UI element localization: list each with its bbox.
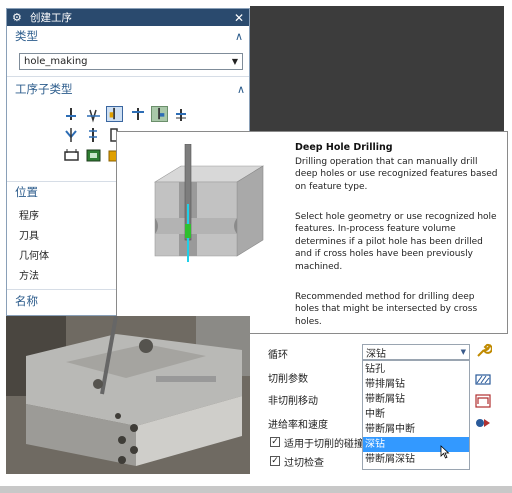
collapse-icon[interactable]: ∧ <box>237 83 245 96</box>
location-section-label: 位置 <box>15 185 38 199</box>
deep-hole-drilling-tooltip: Deep Hole Drilling Drilling operation th… <box>116 131 508 334</box>
cycle-select-value: 深钻 <box>366 348 386 360</box>
tooltip-line: on feature type. <box>295 181 368 192</box>
countersink-icon[interactable] <box>63 127 80 143</box>
backspot-icon[interactable] <box>151 106 168 122</box>
gear-icon[interactable]: ⚙ <box>12 11 24 24</box>
method-label: 方法 <box>19 271 39 282</box>
tooltip-line: and if cross holes have been previously <box>295 249 473 260</box>
collision-check-checkbox[interactable]: ✓ <box>270 437 280 447</box>
cycle-label: 循环 <box>268 350 288 361</box>
deep-hole-drill-icon[interactable] <box>106 106 123 122</box>
cycle-option-interrupted[interactable]: 中断 <box>363 407 469 422</box>
tooltip-line: holes. <box>295 316 322 327</box>
tooltip-line: holes that might be intersected by cross <box>295 304 478 315</box>
feeds-speeds-icon[interactable] <box>474 414 492 432</box>
cutting-parameters-label[interactable]: 切削参数 <box>268 370 308 385</box>
machined-block-photo <box>6 316 250 474</box>
screen: ⚙ 创建工序 ✕ 类型 ∧ hole_making ▼ 工序子类型 ∧ 位置 程… <box>0 0 512 493</box>
type-section-label: 类型 <box>15 29 38 43</box>
parameter-panel: 循环 深钻 ▼ 切削参数 非切削移动 进给率和速度 ✓ 适用于切削的碰撞 ✓ 过… <box>250 334 502 486</box>
dialog-title: 创建工序 <box>30 12 72 24</box>
chevron-down-icon: ▼ <box>231 57 238 66</box>
tooltip-title: Deep Hole Drilling <box>295 142 393 153</box>
close-icon[interactable]: ✕ <box>234 11 244 25</box>
non-cutting-moves-icon[interactable] <box>474 392 492 410</box>
tooltip-paragraph-2: Select hole geometry or use recognized h… <box>295 211 501 273</box>
cycle-option-chip-removal[interactable]: 带排屑钻 <box>363 377 469 392</box>
mouse-cursor-icon <box>440 445 450 459</box>
subtype-section-label: 工序子类型 <box>15 82 73 96</box>
cross-drill-icon[interactable] <box>130 107 147 123</box>
bottom-strip <box>0 486 512 493</box>
type-section-header[interactable]: 类型 ∧ <box>7 26 249 46</box>
type-select-value: hole_making <box>24 56 88 67</box>
feeds-speeds-label[interactable]: 进给率和速度 <box>268 416 328 431</box>
deep-hole-illustration <box>153 144 265 262</box>
drill-icon[interactable] <box>63 107 80 123</box>
tooltip-line: Select hole geometry or use recognized h… <box>295 212 497 222</box>
cycle-select[interactable]: 深钻 ▼ <box>362 344 470 360</box>
program-label: 程序 <box>19 211 39 222</box>
geometry-label: 几何体 <box>19 251 49 262</box>
cycle-option-chip-break-interrupted[interactable]: 带断屑中断 <box>363 422 469 437</box>
tooltip-line: determines if a pilot hole has been dril… <box>295 236 483 247</box>
tooltip-paragraph-3: Recommended method for drilling deep hol… <box>295 291 501 328</box>
wrench-icon[interactable] <box>474 342 492 360</box>
tool-label: 刀具 <box>19 231 39 242</box>
cycle-option-deep-drill[interactable]: 深钻 <box>363 437 469 452</box>
name-section-label: 名称 <box>15 294 38 308</box>
cycle-option-drill[interactable]: 钻孔 <box>363 362 469 377</box>
dialog-titlebar[interactable]: ⚙ 创建工序 ✕ <box>7 9 249 26</box>
divider <box>7 76 249 77</box>
type-select[interactable]: hole_making ▼ <box>19 53 243 70</box>
tooltip-paragraph-1: Drilling operation that can manually dri… <box>295 156 501 193</box>
subtype-section-header[interactable]: 工序子类型 ∧ <box>7 79 249 99</box>
tooltip-line: deep holes or use recognized features ba… <box>295 169 498 180</box>
tooltip-line: features. In-process feature volume <box>295 224 456 235</box>
tooltip-line: Drilling operation that can manually dri… <box>295 157 478 167</box>
gouge-check-label: 过切检查 <box>284 458 324 469</box>
cycle-option-chip-break-deep-drill[interactable]: 带断屑深钻 <box>363 452 469 467</box>
machined-block-image <box>6 316 250 474</box>
counterbore-icon[interactable] <box>173 107 190 123</box>
gouge-check-checkbox[interactable]: ✓ <box>270 456 280 466</box>
thread-mill-icon[interactable] <box>85 147 102 163</box>
tooltip-line: Recommended method for drilling deep <box>295 292 475 302</box>
cutting-params-icon[interactable] <box>474 370 492 388</box>
cycle-dropdown-list: 钻孔 带排屑钻 带断屑钻 中断 带断屑中断 深钻 带断屑深钻 <box>362 360 470 470</box>
tooltip-line: machined. <box>295 261 343 272</box>
non-cutting-moves-label[interactable]: 非切削移动 <box>268 392 318 407</box>
chevron-down-icon: ▼ <box>460 348 466 356</box>
ream-icon[interactable] <box>85 127 102 143</box>
cad-viewport[interactable] <box>250 6 504 134</box>
hole-chamfer-icon[interactable] <box>63 147 80 163</box>
collision-check-label: 适用于切削的碰撞 <box>284 439 364 450</box>
cycle-option-chip-break[interactable]: 带断屑钻 <box>363 392 469 407</box>
spot-drill-icon[interactable] <box>85 107 102 123</box>
collapse-icon[interactable]: ∧ <box>235 30 243 43</box>
